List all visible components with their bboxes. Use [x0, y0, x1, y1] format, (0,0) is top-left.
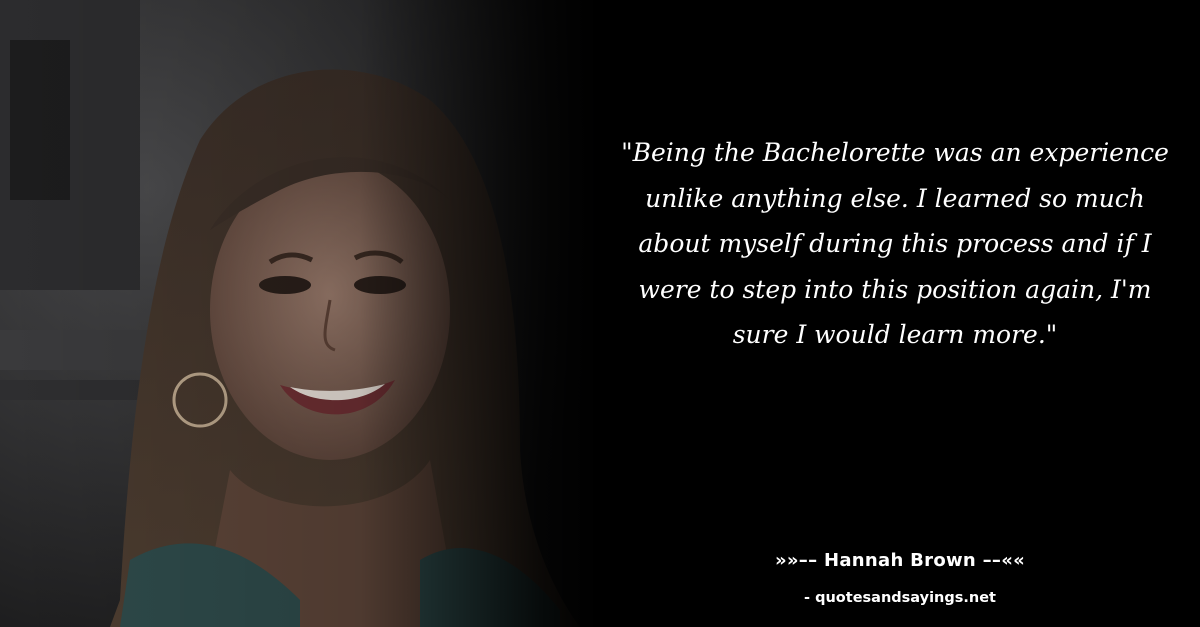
quote-text: "Being the Bachelorette was an experienc… [621, 138, 1169, 349]
quote-author: »»–– Hannah Brown ––«« [774, 550, 1026, 571]
portrait-photo [0, 0, 600, 627]
photo-fade-overlay [0, 0, 600, 627]
source-website: - quotesandsayings.net [804, 590, 996, 606]
quote-card: "Being the Bachelorette was an experienc… [0, 0, 1200, 627]
